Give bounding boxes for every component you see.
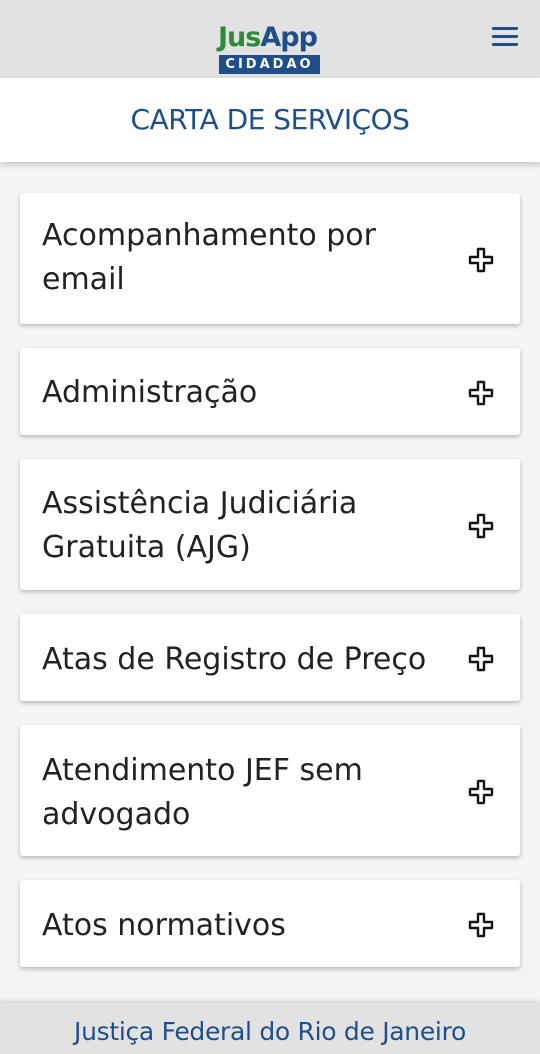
logo-secondary-text: App <box>260 22 318 53</box>
plus-icon <box>468 513 494 539</box>
logo-subtitle: CIDADAO <box>219 55 320 74</box>
page-title: CARTA DE SERVIÇOS <box>130 103 410 136</box>
app-screen: JusApp CIDADAO CARTA DE SERVIÇOS Acompan… <box>0 0 540 1054</box>
plus-icon <box>468 779 494 805</box>
top-app-bar: JusApp CIDADAO <box>0 0 540 78</box>
service-item-label: Atas de Registro de Preço <box>42 642 427 677</box>
logo-primary-text: Jus <box>218 22 261 53</box>
service-item-acompanhamento[interactable]: Acompanhamento por email <box>20 193 520 324</box>
service-item-administracao[interactable]: Administração <box>20 348 520 435</box>
service-item-label: Atos normativos <box>42 908 286 943</box>
service-item-atas-registro-preco[interactable]: Atas de Registro de Preço <box>20 614 520 701</box>
logo-wordmark: JusApp <box>218 22 322 54</box>
service-item-assistencia-judiciaria[interactable]: Assistência Judiciária Gratuita (AJG) <box>20 459 520 590</box>
plus-icon <box>468 247 494 273</box>
plus-icon <box>468 912 494 938</box>
footer-bar: Justiça Federal do Rio de Janeiro <box>0 1003 540 1054</box>
jusapp-logo: JusApp CIDADAO <box>218 22 322 76</box>
hamburger-menu-icon[interactable] <box>488 24 522 48</box>
service-item-label: Assistência Judiciária Gratuita (AJG) <box>42 486 358 565</box>
service-item-label: Acompanhamento por email <box>42 218 376 297</box>
plus-icon <box>468 380 494 406</box>
plus-icon <box>468 646 494 672</box>
footer-title: Justiça Federal do Rio de Janeiro <box>74 1017 466 1046</box>
service-item-label: Atendimento JEF sem advogado <box>42 753 363 832</box>
page-header: CARTA DE SERVIÇOS <box>0 78 540 162</box>
service-item-atendimento-jef[interactable]: Atendimento JEF sem advogado <box>20 725 520 856</box>
service-item-atos-normativos[interactable]: Atos normativos <box>20 880 520 967</box>
service-item-label: Administração <box>42 375 258 410</box>
